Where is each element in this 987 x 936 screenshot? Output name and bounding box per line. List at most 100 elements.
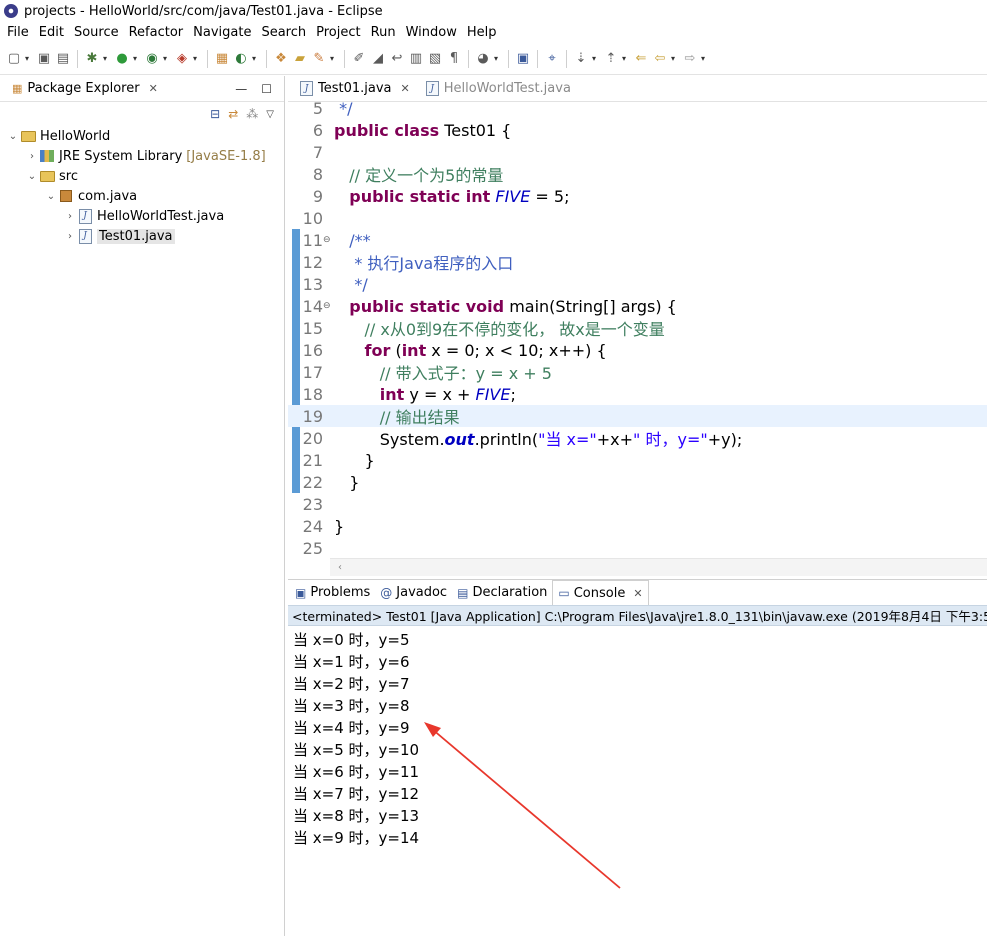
view-menu-icon[interactable]: ▽ bbox=[266, 109, 274, 120]
filters-icon[interactable]: ⁂ bbox=[246, 107, 258, 121]
tab-package-explorer[interactable]: ▦ Package Explorer ✕ bbox=[6, 76, 164, 102]
maximize-icon[interactable]: ☐ bbox=[261, 82, 272, 96]
last-edit-icon[interactable]: ⇐ bbox=[633, 51, 649, 67]
menu-navigate[interactable]: Navigate bbox=[188, 25, 256, 40]
console-output[interactable]: 当 x=0 时，y=5 当 x=1 时，y=6 当 x=2 时，y=7 当 x=3 时… bbox=[288, 626, 987, 848]
code-line[interactable]: 14 ⊖ public static void main(String[] arg… bbox=[288, 295, 987, 317]
tab-test01-java[interactable]: J Test01.java ✕ bbox=[292, 76, 418, 102]
menu-file[interactable]: File bbox=[2, 25, 34, 40]
code-line[interactable]: 11 ⊖ /** bbox=[288, 229, 987, 251]
code-line[interactable]: 9 public static int FIVE = 5; bbox=[288, 185, 987, 207]
show-whitespace-icon[interactable]: ▧ bbox=[427, 51, 443, 67]
tree-item[interactable]: › JRE System Library [JavaSE-1.8] bbox=[6, 146, 284, 166]
menu-window[interactable]: Window bbox=[401, 25, 462, 40]
code-line[interactable]: 25 bbox=[288, 537, 987, 555]
code-line[interactable]: 21 } bbox=[288, 449, 987, 471]
tree-item[interactable]: ⌄ HelloWorld bbox=[6, 126, 284, 146]
pilcrow-icon[interactable]: ¶ bbox=[446, 51, 462, 67]
tree-item[interactable]: ⌄ src bbox=[6, 166, 284, 186]
expanded-arrow-icon[interactable]: ⌄ bbox=[44, 191, 58, 202]
collapsed-arrow-icon[interactable]: › bbox=[63, 231, 77, 242]
close-icon[interactable]: ✕ bbox=[149, 82, 158, 95]
task-icon[interactable]: ▣ bbox=[515, 51, 531, 67]
open-type-icon[interactable]: ❖ bbox=[273, 51, 289, 67]
new-icon[interactable]: ▢ bbox=[6, 51, 22, 67]
collapsed-arrow-icon[interactable]: › bbox=[63, 211, 77, 222]
tab-declaration[interactable]: ▤ Declaration bbox=[452, 580, 552, 605]
fold-icon[interactable]: ⊖ bbox=[323, 301, 331, 311]
code-line[interactable]: 23 bbox=[288, 493, 987, 515]
word-wrap-icon[interactable]: ↩ bbox=[389, 51, 405, 67]
menu-project[interactable]: Project bbox=[311, 25, 365, 40]
tab-console[interactable]: ▭ Console ✕ bbox=[552, 580, 649, 605]
code-line[interactable]: 13 */ bbox=[288, 273, 987, 295]
back-icon[interactable]: ⇦ bbox=[652, 51, 668, 67]
menu-run[interactable]: Run bbox=[366, 25, 401, 40]
toggle-breadcrumb-icon[interactable]: ◢ bbox=[370, 51, 386, 67]
minimize-icon[interactable]: — bbox=[235, 82, 247, 96]
forward-dropdown-icon[interactable]: ▾ bbox=[701, 54, 709, 63]
pin-icon[interactable]: ⌖ bbox=[544, 51, 560, 67]
back-dropdown-icon[interactable]: ▾ bbox=[671, 54, 679, 63]
perspective-dropdown-icon[interactable]: ▾ bbox=[494, 54, 502, 63]
fold-icon[interactable]: ⊖ bbox=[323, 235, 331, 245]
search-icon[interactable]: ✎ bbox=[311, 51, 327, 67]
collapsed-arrow-icon[interactable]: › bbox=[25, 151, 39, 162]
collapse-all-icon[interactable]: ⊟ bbox=[210, 107, 220, 121]
code-area[interactable]: 5 */6 public class Test01 {7 8 // 定义一个为5的常… bbox=[288, 102, 987, 554]
save-all-icon[interactable]: ▤ bbox=[55, 51, 71, 67]
coverage-icon[interactable]: ◉ bbox=[144, 51, 160, 67]
code-line[interactable]: 24} bbox=[288, 515, 987, 537]
horizontal-scrollbar[interactable]: ‹ bbox=[330, 558, 987, 576]
toggle-mark-icon[interactable]: ✐ bbox=[351, 51, 367, 67]
expanded-arrow-icon[interactable]: ⌄ bbox=[6, 131, 20, 142]
code-line[interactable]: 19 // 输出结果 bbox=[288, 405, 987, 427]
tab-helloworldtest-java[interactable]: J HelloWorldTest.java bbox=[418, 76, 579, 102]
external-tools-dropdown-icon[interactable]: ▾ bbox=[193, 54, 201, 63]
menu-refactor[interactable]: Refactor bbox=[124, 25, 189, 40]
code-line[interactable]: 6 public class Test01 { bbox=[288, 119, 987, 141]
code-line[interactable]: 20 System.out.println("当 x="+x+" 时，y="+y… bbox=[288, 427, 987, 450]
close-icon[interactable]: ✕ bbox=[401, 82, 410, 95]
prev-annotation-icon[interactable]: ⇡ bbox=[603, 51, 619, 67]
forward-icon[interactable]: ⇨ bbox=[682, 51, 698, 67]
code-line[interactable]: 17 // 带入式子：y = x + 5 bbox=[288, 361, 987, 384]
code-line[interactable]: 5 */ bbox=[288, 102, 987, 119]
menu-edit[interactable]: Edit bbox=[34, 25, 69, 40]
code-line[interactable]: 22 } bbox=[288, 471, 987, 493]
code-line[interactable]: 16 for (int x = 0; x < 10; x++) { bbox=[288, 339, 987, 361]
link-editor-icon[interactable]: ⇄ bbox=[228, 107, 238, 121]
scroll-left-icon[interactable]: ‹ bbox=[338, 562, 342, 573]
tree-item[interactable]: › J HelloWorldTest.java bbox=[6, 206, 284, 226]
debug-icon[interactable]: ✱ bbox=[84, 51, 100, 67]
search-dropdown-icon[interactable]: ▾ bbox=[330, 54, 338, 63]
expanded-arrow-icon[interactable]: ⌄ bbox=[25, 171, 39, 182]
tab-javadoc[interactable]: @ Javadoc bbox=[375, 580, 452, 605]
code-line[interactable]: 10 bbox=[288, 207, 987, 229]
new-class-dropdown-icon[interactable]: ▾ bbox=[252, 54, 260, 63]
prev-annotation-dropdown-icon[interactable]: ▾ bbox=[622, 54, 630, 63]
run-dropdown-icon[interactable]: ▾ bbox=[133, 54, 141, 63]
block-select-icon[interactable]: ▥ bbox=[408, 51, 424, 67]
new-java-project-icon[interactable]: ▦ bbox=[214, 51, 230, 67]
debug-dropdown-icon[interactable]: ▾ bbox=[103, 54, 111, 63]
new-dropdown-icon[interactable]: ▾ bbox=[25, 54, 33, 63]
close-icon[interactable]: ✕ bbox=[633, 587, 642, 600]
code-line[interactable]: 18 int y = x + FIVE; bbox=[288, 383, 987, 405]
menu-search[interactable]: Search bbox=[256, 25, 311, 40]
coverage-dropdown-icon[interactable]: ▾ bbox=[163, 54, 171, 63]
new-class-icon[interactable]: ◐ bbox=[233, 51, 249, 67]
code-line[interactable]: 12 * 执行Java程序的入口 bbox=[288, 251, 987, 274]
code-line[interactable]: 8 // 定义一个为5的常量 bbox=[288, 163, 987, 186]
next-annotation-icon[interactable]: ⇣ bbox=[573, 51, 589, 67]
save-icon[interactable]: ▣ bbox=[36, 51, 52, 67]
menu-help[interactable]: Help bbox=[462, 25, 502, 40]
tree-item[interactable]: ⌄ com.java bbox=[6, 186, 284, 206]
tree-item[interactable]: › J Test01.java bbox=[6, 226, 284, 246]
perspective-icon[interactable]: ◕ bbox=[475, 51, 491, 67]
open-folder-icon[interactable]: ▰ bbox=[292, 51, 308, 67]
tab-problems[interactable]: ▣ Problems bbox=[290, 580, 375, 605]
code-line[interactable]: 7 bbox=[288, 141, 987, 163]
run-icon[interactable]: ● bbox=[114, 51, 130, 67]
menu-source[interactable]: Source bbox=[69, 25, 124, 40]
